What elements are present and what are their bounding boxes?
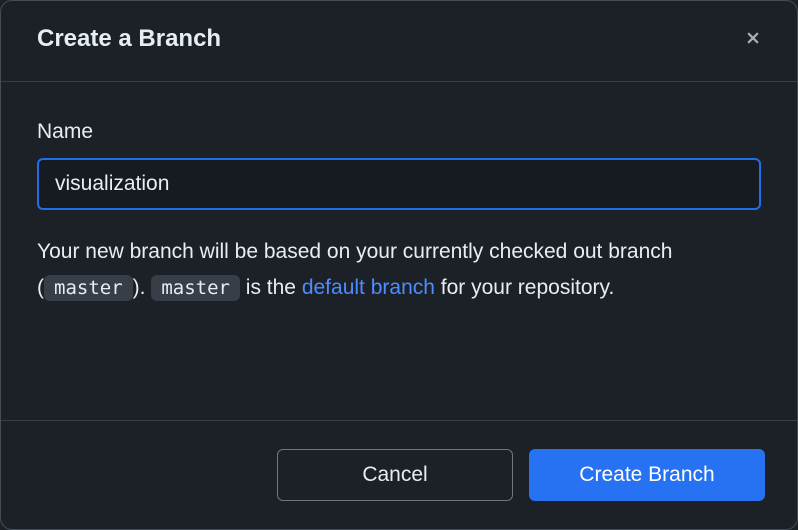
help-mid1: ). [133,276,152,299]
help-text: Your new branch will be based on your cu… [37,234,761,305]
name-label: Name [37,120,761,144]
cancel-button[interactable]: Cancel [277,449,513,501]
help-suffix: for your repository. [435,276,614,299]
default-branch-link[interactable]: default branch [302,276,435,299]
dialog-title: Create a Branch [37,25,221,53]
dialog-footer: Cancel Create Branch [1,420,797,529]
create-branch-dialog: Create a Branch Name Your new branch wil… [0,0,798,530]
dialog-body: Name Your new branch will be based on yo… [1,82,797,420]
help-mid2: is the [240,276,302,299]
branch-chip-current: master [44,275,133,301]
create-branch-button[interactable]: Create Branch [529,449,765,501]
branch-name-input[interactable] [37,158,761,210]
close-icon [744,29,762,50]
dialog-header: Create a Branch [1,1,797,82]
branch-chip-default: master [151,275,240,301]
close-button[interactable] [741,27,765,51]
